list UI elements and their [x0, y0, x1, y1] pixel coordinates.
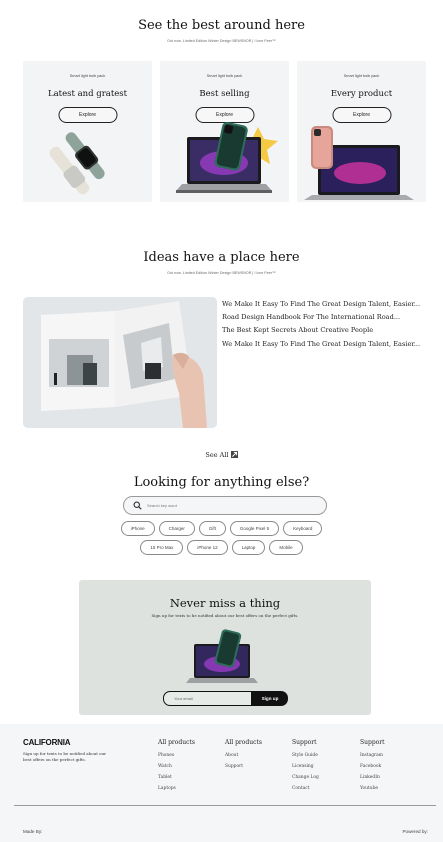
- article-link[interactable]: We Make It Easy To Find The Great Design…: [222, 340, 422, 349]
- smartwatch-image: [49, 132, 105, 195]
- chip-laptop[interactable]: Laptop: [231, 540, 266, 555]
- arrow-up-right-icon: [230, 451, 238, 458]
- search-input[interactable]: Search key word: [123, 496, 327, 515]
- chip-row-2: 15 Pro Max iPhone 12 Laptop Mobile: [0, 540, 443, 555]
- see-all-label: See All: [205, 451, 229, 459]
- product-cards: Smart light bulb pack Latest and gratest…: [23, 61, 426, 202]
- footer-divider: [14, 805, 436, 806]
- chip-15-pro-max[interactable]: 15 Pro Max: [140, 540, 184, 555]
- chip-iphone-12[interactable]: iPhone 12: [187, 540, 228, 555]
- footer-column: Support Instagram Facebook LinkedIn Yout…: [360, 739, 385, 794]
- search-icon: [133, 501, 142, 510]
- footer-column-heading: All products: [225, 739, 262, 746]
- newsletter-subtitle: Sign up for texts to be notified about o…: [151, 613, 299, 618]
- footer-column: All products Phones Watch Tablet Laptops: [158, 739, 195, 794]
- footer-link[interactable]: LinkedIn: [360, 772, 385, 783]
- footer-link[interactable]: Youtube: [360, 783, 385, 794]
- footer-link[interactable]: Licensing: [292, 761, 319, 772]
- footer-link[interactable]: Watch: [158, 761, 195, 772]
- brand-logo[interactable]: CALIFORNIA: [23, 738, 71, 747]
- chip-mobile[interactable]: Mobile: [269, 540, 303, 555]
- footer-link[interactable]: Support: [225, 761, 262, 772]
- newsletter-panel: Never miss a thing Sign up for texts to …: [79, 580, 371, 715]
- newsletter-product-image: [186, 629, 258, 683]
- see-all-link[interactable]: See All: [0, 451, 443, 459]
- article-link[interactable]: We Make It Easy To Find The Great Design…: [222, 300, 422, 309]
- footer-tagline: Sign up for texts to be notified about o…: [23, 751, 106, 762]
- search-header: Looking for anything else?: [0, 475, 443, 490]
- laptop-phone-image: [304, 126, 414, 200]
- newsletter-title: Never miss a thing: [169, 596, 281, 610]
- ideas-title: Ideas have a place here: [143, 250, 300, 265]
- search-placeholder: Search key word: [147, 503, 177, 508]
- chip-charger[interactable]: Charger: [158, 521, 195, 536]
- footer-column: All products About Support: [225, 739, 262, 772]
- footer-link[interactable]: Laptops: [158, 783, 195, 794]
- footer-column-heading: All products: [158, 739, 195, 746]
- chip-keyboard[interactable]: Keyboard: [283, 521, 323, 536]
- footer-link[interactable]: Contact: [292, 783, 319, 794]
- footer-link[interactable]: Facebook: [360, 761, 385, 772]
- product-card-every-product[interactable]: Smart light bulb pack Every product Expl…: [297, 61, 426, 202]
- hero-title: See the best around here: [138, 18, 305, 33]
- product-card-latest[interactable]: Smart light bulb pack Latest and gratest…: [23, 61, 152, 202]
- footer-column: Support Style Guide Licensing Change Log…: [292, 739, 319, 794]
- search-title: Looking for anything else?: [133, 475, 310, 490]
- article-list: We Make It Easy To Find The Great Design…: [222, 300, 422, 353]
- ideas-header: Ideas have a place here Out now. Limited…: [0, 250, 443, 275]
- chip-iphone[interactable]: iPhone: [120, 521, 155, 536]
- footer-link[interactable]: About: [225, 750, 262, 761]
- article-link[interactable]: The Best Kept Secrets About Creative Peo…: [222, 326, 422, 335]
- footer-column-heading: Support: [360, 739, 385, 746]
- sign-up-button[interactable]: Sign up: [252, 691, 288, 706]
- hero-subtitle: Out now. Limited Edition Winter Design B…: [167, 39, 276, 43]
- footer: CALIFORNIA Sign up for texts to be notif…: [0, 724, 443, 842]
- footer-link[interactable]: Change Log: [292, 772, 319, 783]
- footer-link[interactable]: Tablet: [158, 772, 195, 783]
- hero-header: See the best around here Out now. Limite…: [0, 18, 443, 43]
- footer-link[interactable]: Phones: [158, 750, 195, 761]
- powered-by-label: Powered by:: [402, 829, 428, 834]
- footer-column-heading: Support: [292, 739, 317, 746]
- chip-gift[interactable]: Gift: [198, 521, 226, 536]
- footer-link[interactable]: Instagram: [360, 750, 385, 761]
- article-link[interactable]: Road Design Handbook For The Internation…: [222, 313, 422, 322]
- blog-feature-image[interactable]: [23, 297, 217, 428]
- ideas-subtitle: Out now. Limited Edition Winter Design B…: [167, 271, 276, 275]
- email-field[interactable]: Your email: [163, 691, 252, 706]
- footer-link[interactable]: Style Guide: [292, 750, 319, 761]
- made-by-label: Made By:: [23, 829, 43, 834]
- product-card-best-selling[interactable]: Smart light bulb pack Best selling Explo…: [160, 61, 289, 202]
- laptop-phone-image: [176, 121, 278, 193]
- open-book-image: [23, 297, 217, 428]
- chip-google-pixel[interactable]: Google Pixel 5: [229, 521, 280, 536]
- chip-row-1: iPhone Charger Gift Google Pixel 5 Keybo…: [0, 521, 443, 536]
